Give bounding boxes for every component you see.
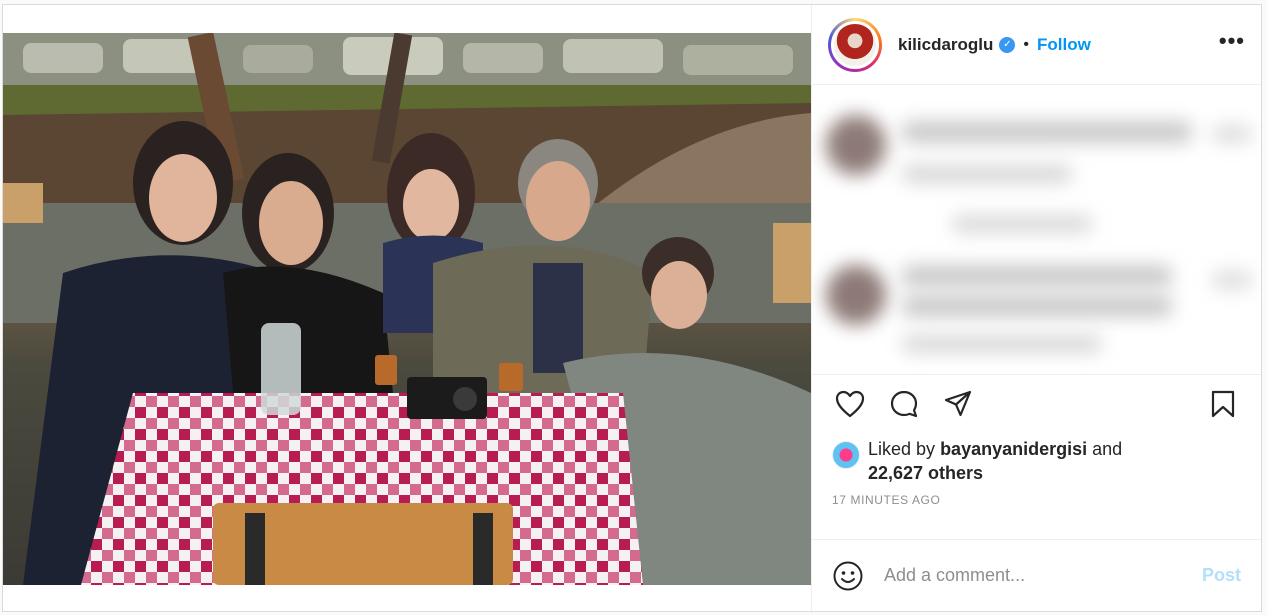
blurred-avatar bbox=[826, 265, 886, 325]
blurred-comment-line bbox=[902, 295, 1172, 317]
liker-avatar[interactable] bbox=[832, 441, 860, 469]
blurred-comment-line bbox=[902, 335, 1102, 353]
likes-count-link[interactable]: 22,627 others bbox=[868, 463, 983, 483]
heart-icon[interactable] bbox=[832, 386, 868, 422]
blurred-comment-line bbox=[902, 265, 1172, 287]
blurred-comment-line bbox=[902, 121, 1192, 143]
blurred-comment-line bbox=[952, 215, 1092, 233]
comment-icon[interactable] bbox=[886, 386, 922, 422]
likes-text: Liked by bayanyanidergisi and 22,627 oth… bbox=[868, 437, 1122, 485]
likes-summary: Liked by bayanyanidergisi and 22,627 oth… bbox=[812, 433, 1261, 485]
instagram-post: kilicdaroglu ✓ • Follow ••• Liked by bay… bbox=[2, 4, 1262, 612]
comment-bar: Post bbox=[812, 539, 1261, 611]
follow-button[interactable]: Follow bbox=[1037, 35, 1091, 55]
blurred-avatar bbox=[826, 115, 886, 175]
action-bar bbox=[812, 375, 1261, 433]
post-comment-button[interactable]: Post bbox=[1202, 565, 1241, 586]
likes-and: and bbox=[1092, 439, 1123, 459]
separator-dot: • bbox=[1023, 35, 1030, 53]
blurred-comment-line bbox=[1212, 271, 1252, 289]
more-options-icon[interactable]: ••• bbox=[1219, 28, 1245, 62]
blurred-comment-line bbox=[1212, 125, 1252, 143]
post-timestamp[interactable]: 17 MINUTES AGO bbox=[812, 485, 1261, 507]
username-link[interactable]: kilicdaroglu bbox=[898, 35, 993, 55]
post-side-panel: kilicdaroglu ✓ • Follow ••• Liked by bay… bbox=[811, 5, 1261, 611]
comments-section-blurred[interactable] bbox=[812, 85, 1261, 375]
verified-badge-icon: ✓ bbox=[999, 36, 1016, 53]
post-media[interactable] bbox=[3, 5, 811, 611]
smiley-icon[interactable] bbox=[832, 560, 864, 592]
likes-prefix: Liked by bbox=[868, 439, 936, 459]
post-header: kilicdaroglu ✓ • Follow ••• bbox=[812, 5, 1261, 85]
share-icon[interactable] bbox=[940, 386, 976, 422]
family-photo-illustration bbox=[3, 33, 811, 585]
comment-input[interactable] bbox=[884, 565, 1202, 586]
avatar[interactable] bbox=[831, 20, 879, 69]
blurred-comment-line bbox=[902, 165, 1072, 183]
liker-username-link[interactable]: bayanyanidergisi bbox=[940, 439, 1087, 459]
post-photo[interactable] bbox=[3, 33, 811, 585]
story-ring[interactable] bbox=[828, 17, 882, 72]
bookmark-icon[interactable] bbox=[1205, 386, 1241, 422]
